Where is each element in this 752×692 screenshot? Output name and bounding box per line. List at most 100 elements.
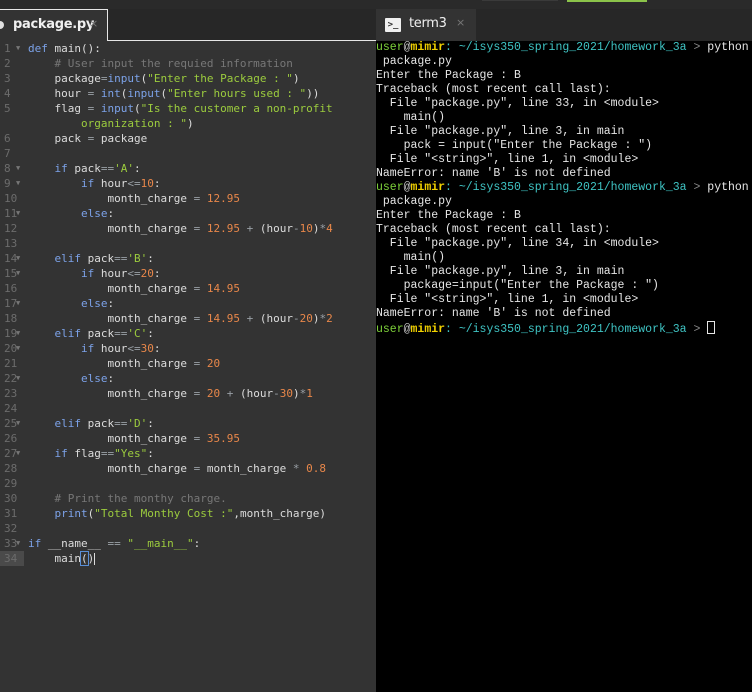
command-text: python bbox=[707, 41, 749, 54]
code-line[interactable]: 22 ▼ else: bbox=[0, 371, 376, 386]
code-line[interactable]: 28 month_charge = month_charge * 0.8 bbox=[0, 461, 376, 476]
code-line[interactable]: 10 month_charge = 12.95 bbox=[0, 191, 376, 206]
fold-arrow-icon[interactable]: ▼ bbox=[16, 536, 20, 551]
code-text: flag = input("Is the customer a non-prof… bbox=[28, 102, 333, 115]
code-line[interactable]: 2 # User input the requied information bbox=[0, 56, 376, 71]
code-line[interactable]: 12 month_charge = 12.95 + (hour-10)*4 bbox=[0, 221, 376, 236]
tab-label: package.py bbox=[13, 17, 95, 32]
line-number: 13 bbox=[4, 237, 18, 250]
tab-package-py[interactable]: package.py × bbox=[0, 9, 108, 41]
code-line[interactable]: 17 ▼ else: bbox=[0, 296, 376, 311]
fold-arrow-icon[interactable]: ▼ bbox=[16, 206, 20, 221]
code-line[interactable]: 3 package=input("Enter the Package : ") bbox=[0, 71, 376, 86]
terminal-output-line: File "package.py", line 3, in main bbox=[376, 125, 625, 138]
prompt-user: user bbox=[376, 323, 404, 335]
fold-arrow-icon[interactable]: ▼ bbox=[16, 266, 20, 281]
code-text: # User input the requied information bbox=[54, 57, 293, 70]
code-area[interactable]: 1 ▼ def main(): 2 # User input the requied … bbox=[0, 41, 376, 566]
code-line[interactable]: 5 flag = input("Is the customer a non-pr… bbox=[0, 101, 376, 116]
code-line[interactable]: 23 month_charge = 20 + (hour-30)*1 bbox=[0, 386, 376, 401]
code-text: month_charge = 35.95 bbox=[28, 432, 240, 445]
fold-arrow-icon[interactable]: ▼ bbox=[16, 41, 20, 56]
fold-arrow-icon[interactable]: ▼ bbox=[16, 161, 20, 176]
fold-arrow-icon[interactable]: ▼ bbox=[16, 176, 20, 191]
code-line[interactable]: 14 ▼ elif pack=='B': bbox=[0, 251, 376, 266]
line-number: 11 bbox=[4, 207, 18, 220]
code-text: month_charge = 14.95 bbox=[28, 282, 240, 295]
code-line[interactable]: 19 ▼ elif pack=='C': bbox=[0, 326, 376, 341]
code-text: if hour<=20: bbox=[80, 267, 161, 280]
code-line[interactable]: 24 bbox=[0, 401, 376, 416]
code-line[interactable]: 13 bbox=[0, 236, 376, 251]
code-line[interactable]: 32 bbox=[0, 521, 376, 536]
fold-arrow-icon[interactable]: ▼ bbox=[16, 296, 20, 311]
code-line[interactable]: 31 print("Total Monthy Cost :",month_cha… bbox=[0, 506, 376, 521]
fold-arrow-icon[interactable]: ▼ bbox=[16, 446, 20, 461]
code-line[interactable]: 20 ▼ if hour<=30: bbox=[0, 341, 376, 356]
code-text: organization : ") bbox=[80, 117, 194, 130]
terminal-output-line: NameError: name 'B' is not defined bbox=[376, 307, 611, 320]
code-line[interactable]: 4 hour = int(input("Enter hours used : "… bbox=[0, 86, 376, 101]
code-text: elif pack=='D': bbox=[54, 417, 154, 430]
terminal-prompt-line: user@mimir: ~/isys350_spring_2021/homewo… bbox=[376, 321, 752, 335]
code-text: elif pack=='C': bbox=[54, 327, 154, 340]
code-line[interactable]: 9 ▼ if hour<=10: bbox=[0, 176, 376, 191]
line-number: 26 bbox=[4, 432, 18, 445]
terminal-output[interactable]: user@mimir: ~/isys350_spring_2021/homewo… bbox=[376, 41, 752, 335]
code-line[interactable]: 33 ▼ if __name__ == "__main__": bbox=[0, 536, 376, 551]
close-icon[interactable]: × bbox=[89, 17, 98, 30]
close-icon[interactable]: × bbox=[456, 16, 465, 29]
prompt-host: mimir bbox=[410, 323, 446, 335]
code-line[interactable]: 16 month_charge = 14.95 bbox=[0, 281, 376, 296]
code-line[interactable]: 21 month_charge = 20 bbox=[0, 356, 376, 371]
code-line[interactable]: 30 # Print the monthy charge. bbox=[0, 491, 376, 506]
line-number: 27 bbox=[4, 447, 18, 460]
terminal-output-line: Enter the Package : B bbox=[376, 69, 521, 82]
code-line[interactable]: 8 ▼ if pack=='A': bbox=[0, 161, 376, 176]
code-line[interactable]: 27 ▼ if flag=="Yes": bbox=[0, 446, 376, 461]
line-number: 33 bbox=[4, 537, 18, 550]
line-number: 34 bbox=[0, 551, 24, 566]
fold-arrow-icon[interactable]: ▼ bbox=[16, 251, 20, 266]
fold-arrow-icon[interactable]: ▼ bbox=[16, 341, 20, 356]
line-number: 32 bbox=[4, 522, 18, 535]
line-number: 20 bbox=[4, 342, 18, 355]
line-number: 3 bbox=[4, 72, 11, 85]
code-line[interactable]: 7 bbox=[0, 146, 376, 161]
code-line[interactable]: 15 ▼ if hour<=20: bbox=[0, 266, 376, 281]
code-line[interactable]: 34 main() bbox=[0, 551, 376, 566]
code-line[interactable]: 1 ▼ def main(): bbox=[0, 41, 376, 56]
line-number: 17 bbox=[4, 297, 18, 310]
terminal-prompt-line: user@mimir: ~/isys350_spring_2021/homewo… bbox=[376, 41, 752, 55]
terminal-output-line: main() bbox=[376, 111, 446, 124]
line-number: 23 bbox=[4, 387, 18, 400]
code-line[interactable]: 25 ▼ elif pack=='D': bbox=[0, 416, 376, 431]
line-number: 25 bbox=[4, 417, 18, 430]
code-line[interactable]: 26 month_charge = 35.95 bbox=[0, 431, 376, 446]
code-text: elif pack=='B': bbox=[54, 252, 154, 265]
code-text: else: bbox=[80, 297, 115, 310]
code-text: if hour<=30: bbox=[80, 342, 161, 355]
code-line[interactable]: organization : ") bbox=[0, 116, 376, 131]
fold-arrow-icon[interactable]: ▼ bbox=[16, 416, 20, 431]
fold-arrow-icon[interactable]: ▼ bbox=[16, 326, 20, 341]
terminal-output-line: File "package.py", line 33, in <module> bbox=[376, 97, 659, 110]
code-line[interactable]: 29 bbox=[0, 476, 376, 491]
code-text: month_charge = 20 + (hour-30)*1 bbox=[28, 387, 313, 400]
code-line[interactable]: 6 pack = package bbox=[0, 131, 376, 146]
line-number: 6 bbox=[4, 132, 11, 145]
terminal-output-line: package.py bbox=[376, 195, 452, 208]
tab-term3[interactable]: >_ term3 × bbox=[376, 9, 476, 41]
code-line[interactable]: 18 month_charge = 14.95 + (hour-20)*2 bbox=[0, 311, 376, 326]
line-number: 30 bbox=[4, 492, 18, 505]
prompt-host: mimir bbox=[410, 41, 446, 54]
prompt-path: : ~/isys350_spring_2021/homework_3a bbox=[445, 181, 687, 194]
code-text: hour = int(input("Enter hours used : ")) bbox=[28, 87, 320, 100]
terminal-output-line: package.py bbox=[376, 55, 452, 68]
fold-arrow-icon[interactable]: ▼ bbox=[16, 371, 20, 386]
top-bar bbox=[0, 0, 752, 9]
active-tab-indicator bbox=[567, 0, 647, 2]
code-line[interactable]: 11 ▼ else: bbox=[0, 206, 376, 221]
python-file-icon bbox=[0, 21, 4, 29]
code-text: print("Total Monthy Cost :",month_charge… bbox=[54, 507, 327, 520]
